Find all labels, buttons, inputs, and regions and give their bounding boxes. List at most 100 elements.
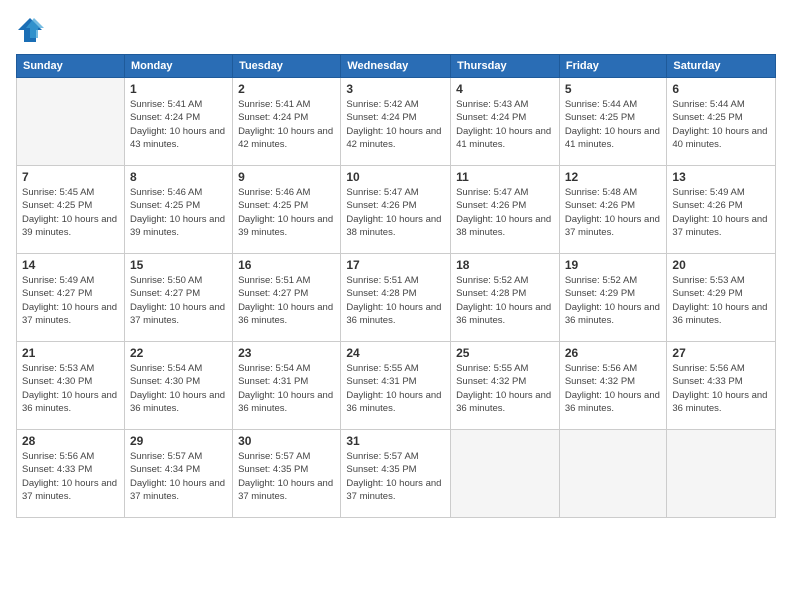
day-detail: Sunrise: 5:49 AMSunset: 4:27 PMDaylight:… — [22, 274, 119, 327]
day-detail: Sunrise: 5:53 AMSunset: 4:30 PMDaylight:… — [22, 362, 119, 415]
weekday-row: SundayMondayTuesdayWednesdayThursdayFrid… — [17, 55, 776, 78]
calendar-cell: 29Sunrise: 5:57 AMSunset: 4:34 PMDayligh… — [124, 430, 232, 518]
day-detail: Sunrise: 5:44 AMSunset: 4:25 PMDaylight:… — [672, 98, 770, 151]
calendar: SundayMondayTuesdayWednesdayThursdayFrid… — [16, 54, 776, 518]
weekday-header-thursday: Thursday — [451, 55, 560, 78]
calendar-cell: 14Sunrise: 5:49 AMSunset: 4:27 PMDayligh… — [17, 254, 125, 342]
day-detail: Sunrise: 5:52 AMSunset: 4:28 PMDaylight:… — [456, 274, 554, 327]
calendar-cell: 10 Sunrise: 5:47 AMSunset: 4:26 PMDayligh… — [341, 166, 451, 254]
day-number: 21 — [22, 346, 119, 360]
day-detail: Sunrise: 5:51 AMSunset: 4:28 PMDaylight:… — [346, 274, 445, 327]
day-number: 20 — [672, 258, 770, 272]
weekday-header-wednesday: Wednesday — [341, 55, 451, 78]
calendar-cell: 4 Sunrise: 5:43 AMSunset: 4:24 PMDaylight… — [451, 78, 560, 166]
day-number: 16 — [238, 258, 335, 272]
day-detail: Sunrise: 5:48 AMSunset: 4:26 PMDaylight:… — [565, 186, 662, 239]
day-detail: Sunrise: 5:46 AMSunset: 4:25 PMDaylight:… — [238, 186, 335, 239]
day-number: 2 — [238, 82, 335, 96]
calendar-cell: 31Sunrise: 5:57 AMSunset: 4:35 PMDayligh… — [341, 430, 451, 518]
calendar-cell: 9 Sunrise: 5:46 AMSunset: 4:25 PMDaylight… — [233, 166, 341, 254]
day-number: 24 — [346, 346, 445, 360]
day-number: 30 — [238, 434, 335, 448]
day-detail: Sunrise: 5:55 AMSunset: 4:31 PMDaylight:… — [346, 362, 445, 415]
calendar-cell: 2 Sunrise: 5:41 AMSunset: 4:24 PMDaylight… — [233, 78, 341, 166]
weekday-header-tuesday: Tuesday — [233, 55, 341, 78]
calendar-week-3: 21 Sunrise: 5:53 AMSunset: 4:30 PMDayligh… — [17, 342, 776, 430]
day-number: 17 — [346, 258, 445, 272]
day-detail: Sunrise: 5:49 AMSunset: 4:26 PMDaylight:… — [672, 186, 770, 239]
day-number: 18 — [456, 258, 554, 272]
day-number: 4 — [456, 82, 554, 96]
calendar-cell: 18 Sunrise: 5:52 AMSunset: 4:28 PMDayligh… — [451, 254, 560, 342]
page: SundayMondayTuesdayWednesdayThursdayFrid… — [0, 0, 792, 612]
day-detail: Sunrise: 5:54 AMSunset: 4:30 PMDaylight:… — [130, 362, 227, 415]
day-detail: Sunrise: 5:47 AMSunset: 4:26 PMDaylight:… — [456, 186, 554, 239]
day-detail: Sunrise: 5:51 AMSunset: 4:27 PMDaylight:… — [238, 274, 335, 327]
day-number: 3 — [346, 82, 445, 96]
day-detail: Sunrise: 5:56 AMSunset: 4:33 PMDaylight:… — [22, 450, 119, 503]
calendar-cell — [17, 78, 125, 166]
day-number: 11 — [456, 170, 554, 184]
calendar-cell: 11 Sunrise: 5:47 AMSunset: 4:26 PMDayligh… — [451, 166, 560, 254]
calendar-week-4: 28 Sunrise: 5:56 AMSunset: 4:33 PMDayligh… — [17, 430, 776, 518]
day-number: 26 — [565, 346, 662, 360]
calendar-week-2: 14Sunrise: 5:49 AMSunset: 4:27 PMDayligh… — [17, 254, 776, 342]
calendar-cell: 28 Sunrise: 5:56 AMSunset: 4:33 PMDayligh… — [17, 430, 125, 518]
day-number: 23 — [238, 346, 335, 360]
day-detail: Sunrise: 5:56 AMSunset: 4:32 PMDaylight:… — [565, 362, 662, 415]
day-number: 13 — [672, 170, 770, 184]
day-number: 1 — [130, 82, 227, 96]
weekday-header-sunday: Sunday — [17, 55, 125, 78]
day-number: 15 — [130, 258, 227, 272]
calendar-body: 1 Sunrise: 5:41 AMSunset: 4:24 PMDaylight… — [17, 78, 776, 518]
calendar-cell: 12 Sunrise: 5:48 AMSunset: 4:26 PMDayligh… — [559, 166, 667, 254]
day-number: 6 — [672, 82, 770, 96]
day-number: 10 — [346, 170, 445, 184]
day-detail: Sunrise: 5:45 AMSunset: 4:25 PMDaylight:… — [22, 186, 119, 239]
day-detail: Sunrise: 5:41 AMSunset: 4:24 PMDaylight:… — [130, 98, 227, 151]
day-detail: Sunrise: 5:42 AMSunset: 4:24 PMDaylight:… — [346, 98, 445, 151]
calendar-cell — [451, 430, 560, 518]
day-detail: Sunrise: 5:43 AMSunset: 4:24 PMDaylight:… — [456, 98, 554, 151]
day-detail: Sunrise: 5:57 AMSunset: 4:35 PMDaylight:… — [238, 450, 335, 503]
day-detail: Sunrise: 5:47 AMSunset: 4:26 PMDaylight:… — [346, 186, 445, 239]
day-detail: Sunrise: 5:44 AMSunset: 4:25 PMDaylight:… — [565, 98, 662, 151]
calendar-cell: 16 Sunrise: 5:51 AMSunset: 4:27 PMDayligh… — [233, 254, 341, 342]
calendar-cell: 20Sunrise: 5:53 AMSunset: 4:29 PMDayligh… — [667, 254, 776, 342]
day-detail: Sunrise: 5:46 AMSunset: 4:25 PMDaylight:… — [130, 186, 227, 239]
day-number: 7 — [22, 170, 119, 184]
day-detail: Sunrise: 5:57 AMSunset: 4:35 PMDaylight:… — [346, 450, 445, 503]
weekday-header-friday: Friday — [559, 55, 667, 78]
logo-icon — [16, 16, 44, 44]
calendar-cell: 24 Sunrise: 5:55 AMSunset: 4:31 PMDayligh… — [341, 342, 451, 430]
calendar-cell: 17 Sunrise: 5:51 AMSunset: 4:28 PMDayligh… — [341, 254, 451, 342]
day-detail: Sunrise: 5:55 AMSunset: 4:32 PMDaylight:… — [456, 362, 554, 415]
weekday-header-monday: Monday — [124, 55, 232, 78]
calendar-cell: 26 Sunrise: 5:56 AMSunset: 4:32 PMDayligh… — [559, 342, 667, 430]
calendar-cell: 3 Sunrise: 5:42 AMSunset: 4:24 PMDaylight… — [341, 78, 451, 166]
day-detail: Sunrise: 5:56 AMSunset: 4:33 PMDaylight:… — [672, 362, 770, 415]
calendar-cell: 21 Sunrise: 5:53 AMSunset: 4:30 PMDayligh… — [17, 342, 125, 430]
calendar-week-1: 7 Sunrise: 5:45 AMSunset: 4:25 PMDaylight… — [17, 166, 776, 254]
calendar-cell: 22 Sunrise: 5:54 AMSunset: 4:30 PMDayligh… — [124, 342, 232, 430]
calendar-cell: 30 Sunrise: 5:57 AMSunset: 4:35 PMDayligh… — [233, 430, 341, 518]
weekday-header-saturday: Saturday — [667, 55, 776, 78]
calendar-cell: 25 Sunrise: 5:55 AMSunset: 4:32 PMDayligh… — [451, 342, 560, 430]
day-number: 5 — [565, 82, 662, 96]
day-detail: Sunrise: 5:52 AMSunset: 4:29 PMDaylight:… — [565, 274, 662, 327]
calendar-cell: 13 Sunrise: 5:49 AMSunset: 4:26 PMDayligh… — [667, 166, 776, 254]
day-number: 9 — [238, 170, 335, 184]
day-number: 12 — [565, 170, 662, 184]
calendar-cell: 1 Sunrise: 5:41 AMSunset: 4:24 PMDaylight… — [124, 78, 232, 166]
day-number: 8 — [130, 170, 227, 184]
calendar-cell: 5 Sunrise: 5:44 AMSunset: 4:25 PMDaylight… — [559, 78, 667, 166]
day-detail: Sunrise: 5:41 AMSunset: 4:24 PMDaylight:… — [238, 98, 335, 151]
calendar-cell: 23Sunrise: 5:54 AMSunset: 4:31 PMDayligh… — [233, 342, 341, 430]
calendar-cell: 15Sunrise: 5:50 AMSunset: 4:27 PMDayligh… — [124, 254, 232, 342]
calendar-cell — [667, 430, 776, 518]
calendar-cell — [559, 430, 667, 518]
day-number: 28 — [22, 434, 119, 448]
day-number: 25 — [456, 346, 554, 360]
day-number: 22 — [130, 346, 227, 360]
calendar-header: SundayMondayTuesdayWednesdayThursdayFrid… — [17, 55, 776, 78]
